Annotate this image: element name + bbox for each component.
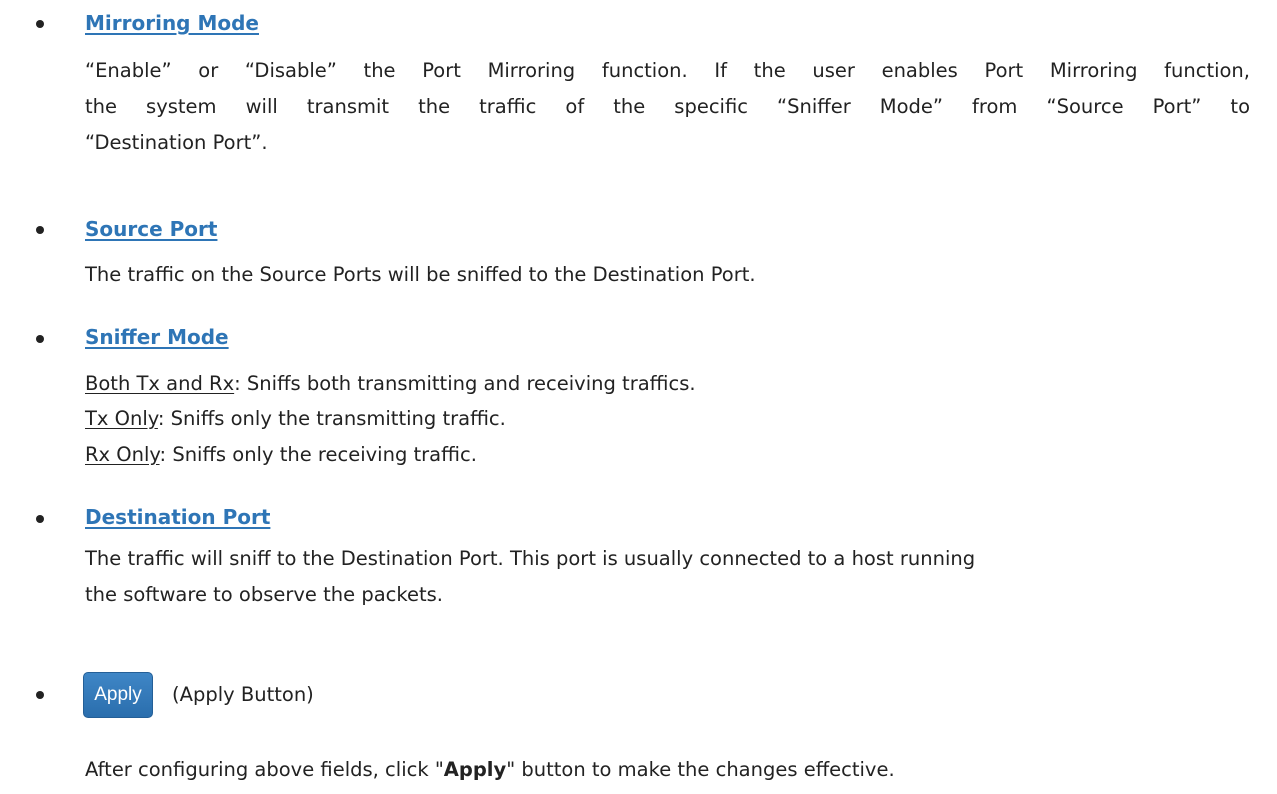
text-line: “Enable” or “Disable” the Port Mirroring…: [85, 59, 1250, 82]
bullet-icon: [36, 335, 44, 343]
text-line: the software to observe the packets.: [85, 583, 443, 606]
bullet-icon: [36, 20, 44, 28]
mode-term: Tx Only: [85, 407, 158, 430]
destination-port-description: The traffic will sniff to the Destinatio…: [85, 541, 1250, 613]
document-page: Mirroring Mode “Enable” or “Disable” the…: [0, 0, 1277, 794]
sniffer-mode-rx-only: Rx Only: Sniffs only the receiving traff…: [85, 443, 477, 467]
sniffer-mode-both: Both Tx and Rx: Sniffs both transmitting…: [85, 372, 696, 396]
mode-desc: : Sniffs both transmitting and receiving…: [234, 372, 696, 395]
mode-desc: : Sniffs only the transmitting traffic.: [157, 407, 506, 430]
text-line: The traffic will sniff to the Destinatio…: [85, 547, 976, 570]
bullet-icon: [36, 226, 44, 234]
text-line: “Destination Port”.: [85, 131, 268, 154]
heading-mirroring-mode[interactable]: Mirroring Mode: [85, 11, 259, 35]
bullet-icon: [36, 515, 44, 523]
source-port-description: The traffic on the Source Ports will be …: [85, 263, 756, 286]
heading-destination-port[interactable]: Destination Port: [85, 505, 270, 529]
mode-desc: : Sniffs only the receiving traffic.: [159, 443, 477, 466]
apply-desc-bold: Apply: [443, 758, 507, 781]
heading-sniffer-mode[interactable]: Sniffer Mode: [85, 325, 229, 349]
text-line: the system will transmit the traffic of …: [85, 95, 1250, 118]
apply-desc-before: After configuring above fields, click ": [85, 758, 444, 781]
apply-button[interactable]: Apply: [83, 672, 153, 718]
apply-button-caption: (Apply Button): [172, 683, 314, 706]
heading-source-port[interactable]: Source Port: [85, 217, 217, 241]
mirroring-mode-description: “Enable” or “Disable” the Port Mirroring…: [85, 53, 1250, 161]
apply-description: After configuring above fields, click "A…: [85, 758, 895, 782]
sniffer-mode-tx-only: Tx Only: Sniffs only the transmitting tr…: [85, 407, 506, 431]
bullet-icon: [36, 691, 44, 699]
apply-desc-after: " button to make the changes effective.: [506, 758, 895, 781]
mode-term: Rx Only: [85, 443, 160, 466]
mode-term: Both Tx and Rx: [85, 372, 235, 395]
